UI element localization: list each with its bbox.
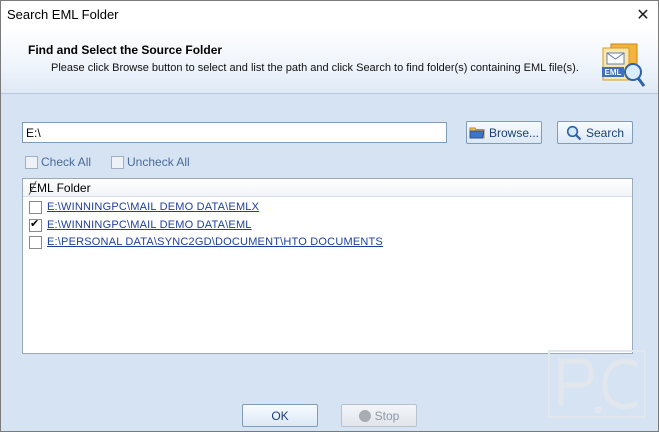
browse-label: Browse... <box>488 125 539 140</box>
list-item[interactable]: E:\PERSONAL DATA\SYNC2GD\DOCUMENT\HTO DO… <box>23 234 632 250</box>
row-checkbox[interactable] <box>29 235 42 249</box>
grid-body: E:\WINNINGPC\MAIL DEMO DATA\EMLX E:\WINN… <box>23 197 632 352</box>
close-icon[interactable]: ✕ <box>628 1 658 28</box>
check-all-box[interactable] <box>25 155 38 169</box>
title-bar: Search EML Folder ✕ <box>1 1 658 28</box>
folder-path-link[interactable]: E:\WINNINGPC\MAIL DEMO DATA\EML <box>47 219 252 231</box>
folder-path-link[interactable]: E:\WINNINGPC\MAIL DEMO DATA\EMLX <box>47 201 259 213</box>
eml-search-icon: EML <box>602 43 646 87</box>
row-checkbox[interactable] <box>29 217 42 232</box>
watermark-logo <box>548 350 646 418</box>
window-title: Search EML Folder <box>7 7 119 22</box>
search-label: Search <box>585 125 625 140</box>
uncheck-all-box[interactable] <box>111 155 124 169</box>
header-subtitle: Please click Browse button to select and… <box>51 62 579 74</box>
check-all-checkbox[interactable]: Check All <box>25 155 91 169</box>
search-eml-folder-dialog: Search EML Folder ✕ Find and Select the … <box>0 0 659 432</box>
folder-path-link[interactable]: E:\PERSONAL DATA\SYNC2GD\DOCUMENT\HTO DO… <box>47 236 383 248</box>
eml-icon-label: EML <box>605 68 622 77</box>
eml-folder-list: EML Folder ╱ E:\WINNINGPC\MAIL DEMO DATA… <box>22 178 633 354</box>
uncheck-all-checkbox[interactable]: Uncheck All <box>111 155 190 169</box>
stop-icon <box>358 409 371 422</box>
column-sort-icon: ╱ <box>29 181 37 195</box>
header-title: Find and Select the Source Folder <box>28 43 223 57</box>
stop-button[interactable]: Stop <box>341 404 417 427</box>
path-input[interactable] <box>22 122 447 143</box>
magnifier-icon <box>566 125 582 140</box>
folder-icon <box>469 127 485 139</box>
header-panel: Find and Select the Source Folder Please… <box>1 28 658 94</box>
column-header[interactable]: EML Folder ╱ <box>23 179 632 197</box>
uncheck-all-label: Uncheck All <box>127 155 190 169</box>
row-checkbox[interactable] <box>29 200 42 214</box>
stop-label: Stop <box>374 408 400 423</box>
browse-button[interactable]: Browse... <box>466 121 542 144</box>
search-button[interactable]: Search <box>557 121 633 144</box>
list-item[interactable]: E:\WINNINGPC\MAIL DEMO DATA\EMLX <box>23 199 632 215</box>
check-all-label: Check All <box>41 155 92 169</box>
ok-button[interactable]: OK <box>242 404 318 427</box>
ok-label: OK <box>271 408 289 423</box>
list-item[interactable]: E:\WINNINGPC\MAIL DEMO DATA\EML <box>23 217 632 233</box>
